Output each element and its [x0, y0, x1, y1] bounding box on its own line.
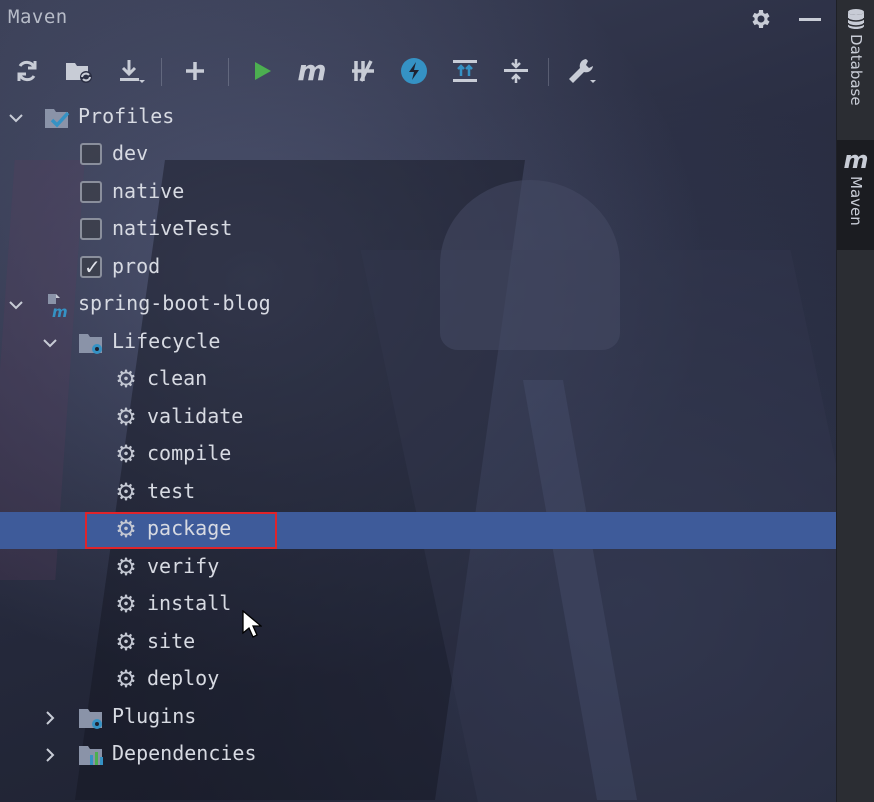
- run-icon[interactable]: [245, 54, 279, 88]
- gear-icon: ⚙: [115, 628, 137, 656]
- gear-icon: ⚙: [115, 365, 137, 393]
- tree-node-label: Profiles: [78, 104, 175, 128]
- svg-text:m: m: [52, 303, 68, 318]
- minimize-icon[interactable]: [797, 6, 823, 32]
- mouse-cursor-icon: [242, 610, 262, 638]
- toolbar-separator: [548, 58, 549, 86]
- highlight-annotation: [85, 512, 277, 549]
- lifecycle-goal-validate[interactable]: ⚙ validate: [0, 400, 836, 437]
- sidebar-tab-label: Database: [847, 34, 865, 106]
- chevron-down-icon[interactable]: [42, 335, 58, 351]
- gear-icon[interactable]: [747, 6, 773, 32]
- goal-label: deploy: [147, 666, 220, 690]
- reload-all-icon[interactable]: [10, 54, 44, 88]
- profile-item-native[interactable]: native: [0, 175, 836, 212]
- profile-checkbox[interactable]: [80, 181, 102, 203]
- toolbar-separator: [228, 58, 229, 86]
- gear-icon: ⚙: [115, 440, 137, 468]
- profile-item-prod[interactable]: ✓ prod: [0, 250, 836, 287]
- checkmark-icon: ✓: [84, 255, 101, 279]
- gear-icon: ⚙: [115, 403, 137, 431]
- expand-all-icon[interactable]: [448, 54, 482, 88]
- chevron-down-icon[interactable]: [8, 297, 24, 313]
- add-project-icon[interactable]: [178, 54, 212, 88]
- tree-node-lifecycle[interactable]: Lifecycle: [0, 325, 836, 362]
- profile-item-dev[interactable]: dev: [0, 137, 836, 174]
- tool-window-header: Maven: [0, 0, 836, 38]
- lifecycle-goal-clean[interactable]: ⚙ clean: [0, 362, 836, 399]
- tree-node-profiles[interactable]: Profiles: [0, 100, 836, 137]
- tree-node-label: spring-boot-blog: [78, 291, 271, 315]
- reimport-folder-icon[interactable]: [62, 54, 96, 88]
- goal-label: compile: [147, 441, 232, 465]
- toggle-offline-icon[interactable]: [346, 54, 380, 88]
- sidebar-tab-maven[interactable]: m Maven: [837, 140, 874, 250]
- collapse-all-icon[interactable]: [499, 54, 533, 88]
- gear-icon: ⚙: [115, 478, 137, 506]
- profiles-folder-icon: [45, 109, 70, 128]
- sidebar-tab-label: Maven: [847, 176, 865, 226]
- goal-label: install: [147, 591, 232, 615]
- profile-label: nativeTest: [112, 216, 233, 240]
- skip-tests-icon[interactable]: [397, 54, 431, 88]
- profile-checkbox[interactable]: [80, 218, 102, 240]
- maven-icon: m: [843, 146, 869, 174]
- tree-node-dependencies[interactable]: Dependencies: [0, 737, 836, 774]
- lifecycle-folder-icon: [79, 334, 102, 354]
- settings-wrench-icon[interactable]: [565, 54, 599, 88]
- chevron-right-icon[interactable]: [42, 747, 58, 763]
- goal-label: validate: [147, 404, 244, 428]
- profile-checkbox[interactable]: [80, 143, 102, 165]
- right-tool-window-bar: Database m Maven: [836, 0, 874, 802]
- profile-checkbox-checked[interactable]: ✓: [80, 255, 102, 279]
- profile-label: dev: [112, 141, 149, 165]
- execute-goal-icon[interactable]: m: [295, 54, 329, 88]
- profile-label: prod: [112, 254, 161, 278]
- dependencies-folder-icon: [79, 746, 103, 765]
- tree-node-label: Lifecycle: [112, 329, 221, 353]
- goal-label: test: [147, 479, 196, 503]
- goal-label: verify: [147, 554, 220, 578]
- tree-node-project[interactable]: m spring-boot-blog: [0, 287, 836, 324]
- lifecycle-goal-install[interactable]: ⚙ install: [0, 587, 836, 624]
- gear-icon: ⚙: [115, 553, 137, 581]
- database-icon: [847, 9, 865, 29]
- lifecycle-goal-compile[interactable]: ⚙ compile: [0, 437, 836, 474]
- goal-label: clean: [147, 366, 208, 390]
- plugins-folder-icon: [79, 709, 102, 729]
- lifecycle-goal-deploy[interactable]: ⚙ deploy: [0, 662, 836, 699]
- maven-project-icon: m: [48, 294, 68, 318]
- gear-icon: ⚙: [115, 590, 137, 618]
- sidebar-tab-database[interactable]: Database: [837, 8, 874, 128]
- profile-label: native: [112, 179, 185, 203]
- lifecycle-goal-test[interactable]: ⚙ test: [0, 475, 836, 512]
- toolbar-separator: [161, 58, 162, 86]
- chevron-down-icon[interactable]: [8, 110, 24, 126]
- tree-node-plugins[interactable]: Plugins: [0, 700, 836, 737]
- lifecycle-goal-site[interactable]: ⚙ site: [0, 625, 836, 662]
- tree-node-label: Dependencies: [112, 741, 257, 765]
- profile-item-nativeTest[interactable]: nativeTest: [0, 212, 836, 249]
- gear-icon: ⚙: [115, 665, 137, 693]
- maven-toolbar: m: [0, 50, 836, 94]
- goal-label: site: [147, 629, 196, 653]
- chevron-right-icon[interactable]: [42, 710, 58, 726]
- tree-node-label: Plugins: [112, 704, 197, 728]
- tool-window-title: Maven: [8, 6, 68, 28]
- lifecycle-goal-verify[interactable]: ⚙ verify: [0, 550, 836, 587]
- download-sources-icon[interactable]: [114, 54, 148, 88]
- maven-tool-window: Maven m Profiles dev native nativeTest ✓…: [0, 0, 836, 802]
